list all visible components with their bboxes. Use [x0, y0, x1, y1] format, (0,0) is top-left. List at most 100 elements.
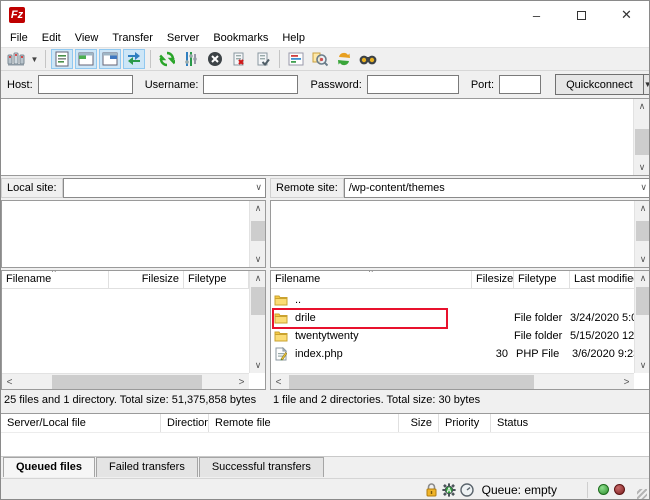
column-filesize[interactable]: Filesize — [109, 271, 184, 288]
speed-limit-gauge-icon[interactable] — [460, 483, 474, 497]
scroll-left-icon[interactable]: < — [271, 374, 286, 390]
file-row-parent-dir[interactable]: .. — [271, 291, 634, 309]
menu-transfer[interactable]: Transfer — [105, 31, 160, 45]
scroll-thumb[interactable] — [636, 287, 650, 315]
toggle-message-log-button[interactable] — [51, 49, 73, 69]
menu-bookmarks[interactable]: Bookmarks — [206, 31, 275, 45]
scroll-down-icon[interactable]: ∨ — [635, 358, 650, 373]
scroll-right-icon[interactable]: > — [619, 374, 634, 390]
scroll-right-icon[interactable]: > — [234, 374, 249, 390]
local-list-hscrollbar[interactable]: < > — [2, 373, 249, 389]
file-row-drile[interactable]: drile File folder 3/24/2020 5:0 — [271, 309, 634, 327]
resize-grip[interactable] — [637, 489, 647, 499]
scroll-thumb[interactable] — [251, 221, 265, 241]
scroll-thumb[interactable] — [635, 129, 649, 155]
scroll-thumb[interactable] — [251, 287, 265, 315]
password-input[interactable] — [367, 75, 459, 94]
disconnect-icon — [232, 51, 247, 67]
column-priority[interactable]: Priority — [439, 414, 491, 432]
local-site-combobox[interactable]: ∨ — [63, 178, 266, 198]
reconnect-button[interactable] — [252, 49, 274, 69]
port-label: Port: — [471, 79, 494, 91]
statusbar-separator — [587, 482, 588, 498]
remote-site-path: /wp-content/themes — [349, 182, 445, 194]
sync-browsing-button[interactable] — [333, 49, 355, 69]
filter-button[interactable] — [285, 49, 307, 69]
chevron-down-icon[interactable]: ∨ — [255, 182, 262, 193]
column-size[interactable]: Size — [399, 414, 439, 432]
site-manager-dropdown[interactable]: ▼ — [28, 49, 41, 69]
column-filesize[interactable]: Filesize — [472, 271, 514, 288]
menu-edit[interactable]: Edit — [35, 31, 68, 45]
port-input[interactable] — [499, 75, 541, 94]
menu-server[interactable]: Server — [160, 31, 206, 45]
lock-icon[interactable] — [425, 483, 438, 497]
scroll-thumb[interactable] — [636, 221, 650, 241]
refresh-button[interactable] — [156, 49, 178, 69]
local-list-body[interactable] — [2, 289, 249, 373]
local-list-vscrollbar[interactable]: ∧ ∨ — [249, 271, 265, 373]
scroll-down-icon[interactable]: ∨ — [634, 160, 650, 175]
scroll-up-icon[interactable]: ∧ — [250, 201, 266, 216]
column-filetype[interactable]: Filetype — [514, 271, 570, 288]
tab-queued-files[interactable]: Queued files — [3, 457, 95, 477]
quickconnect-button[interactable]: Quickconnect — [555, 74, 644, 95]
compare-button[interactable] — [309, 49, 331, 69]
menu-file[interactable]: File — [3, 31, 35, 45]
host-input[interactable] — [38, 75, 133, 94]
maximize-button[interactable] — [559, 1, 604, 29]
menu-view[interactable]: View — [68, 31, 106, 45]
title-bar: Fz – ✕ — [1, 1, 649, 29]
scroll-up-icon[interactable]: ∧ — [634, 99, 650, 114]
remote-list-vscrollbar[interactable]: ∧ ∨ — [634, 271, 650, 373]
menu-help[interactable]: Help — [275, 31, 312, 45]
site-manager-button[interactable] — [5, 49, 27, 69]
remote-site-label: Remote site: — [270, 178, 344, 198]
find-files-button[interactable] — [357, 49, 379, 69]
scroll-thumb[interactable] — [289, 375, 534, 389]
chevron-down-icon[interactable]: ∨ — [640, 182, 647, 193]
scroll-up-icon[interactable]: ∧ — [635, 201, 650, 216]
scroll-down-icon[interactable]: ∨ — [635, 252, 650, 267]
scroll-thumb[interactable] — [52, 375, 202, 389]
message-log-scrollbar[interactable]: ∧ ∨ — [633, 99, 649, 175]
column-remote-file[interactable]: Remote file — [209, 414, 399, 432]
toggle-remote-tree-button[interactable] — [99, 49, 121, 69]
svg-text:A: A — [446, 487, 451, 494]
scroll-down-icon[interactable]: ∨ — [250, 252, 266, 267]
disconnect-button[interactable] — [228, 49, 250, 69]
quickconnect-dropdown[interactable]: ▼ — [644, 74, 650, 95]
scroll-up-icon[interactable]: ∧ — [250, 271, 266, 286]
minimize-button[interactable]: – — [514, 1, 559, 29]
tab-failed-transfers[interactable]: Failed transfers — [96, 457, 198, 477]
remote-site-combobox[interactable]: /wp-content/themes ∨ — [344, 178, 650, 198]
scroll-left-icon[interactable]: < — [2, 374, 17, 390]
remote-tree-scrollbar[interactable]: ∧ ∨ — [634, 201, 650, 267]
column-last-modified[interactable]: Last modified — [570, 271, 634, 288]
column-filename[interactable]: Filename ^ — [2, 271, 109, 288]
file-row-twentytwenty[interactable]: twentytwenty File folder 5/15/2020 12: — [271, 327, 634, 345]
column-status[interactable]: Status — [491, 414, 649, 432]
scroll-down-icon[interactable]: ∨ — [250, 358, 266, 373]
local-pane: Local site: ∨ ∧ ∨ Filename ^ Filesize Fi… — [1, 176, 266, 409]
column-server-local-file[interactable]: Server/Local file — [1, 414, 161, 432]
remote-list-hscrollbar[interactable]: < > — [271, 373, 634, 389]
site-manager-icon — [7, 51, 25, 67]
remote-status: 1 file and 2 directories. Total size: 30… — [270, 390, 650, 409]
toggle-local-tree-button[interactable] — [75, 49, 97, 69]
local-tree-scrollbar[interactable]: ∧ ∨ — [249, 201, 265, 267]
queue-header: Server/Local file Direction Remote file … — [1, 414, 649, 433]
column-direction[interactable]: Direction — [161, 414, 209, 432]
tab-successful-transfers[interactable]: Successful transfers — [199, 457, 324, 477]
filetype-gear-icon[interactable]: A — [442, 483, 456, 497]
column-filetype[interactable]: Filetype — [184, 271, 249, 288]
column-filename[interactable]: Filename ^ — [271, 271, 472, 288]
username-input[interactable] — [203, 75, 298, 94]
process-queue-button[interactable] — [180, 49, 202, 69]
close-button[interactable]: ✕ — [604, 1, 649, 29]
toggle-queue-button[interactable] — [123, 49, 145, 69]
scroll-up-icon[interactable]: ∧ — [635, 271, 650, 286]
host-label: Host: — [7, 79, 33, 91]
file-row-index-php[interactable]: index.php 30 PHP File 3/6/2020 9:23 — [271, 345, 634, 363]
cancel-button[interactable] — [204, 49, 226, 69]
